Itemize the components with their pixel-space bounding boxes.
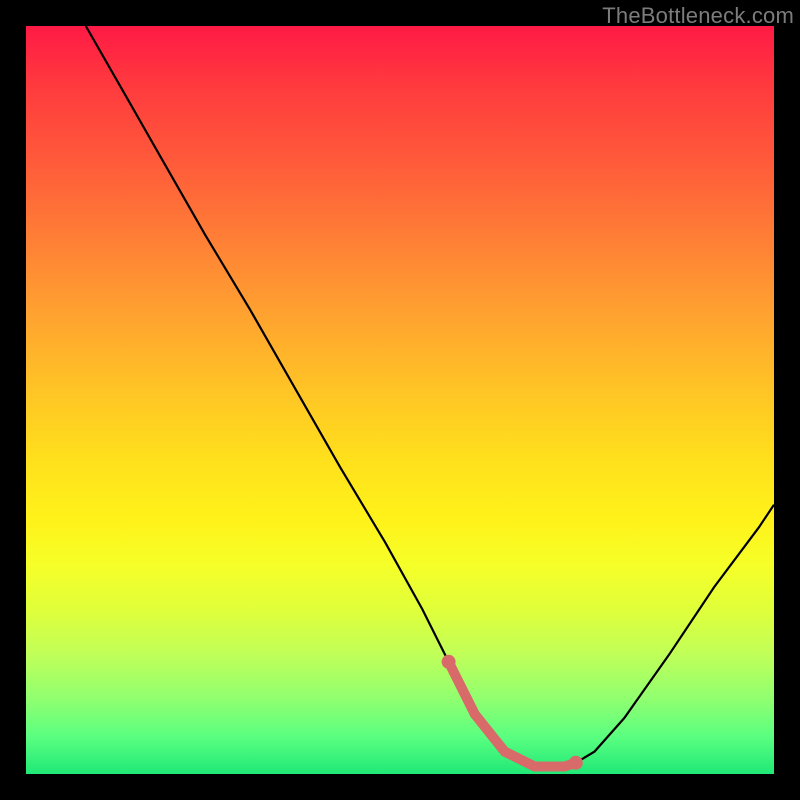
highlight-end-marker: [569, 756, 583, 770]
curve-layer: [26, 26, 774, 774]
watermark-text: TheBottleneck.com: [602, 3, 794, 29]
bottleneck-curve: [86, 26, 774, 767]
plot-area: [26, 26, 774, 774]
chart-container: TheBottleneck.com: [0, 0, 800, 800]
highlight-start-marker: [442, 655, 456, 669]
highlight-segment: [449, 662, 576, 767]
